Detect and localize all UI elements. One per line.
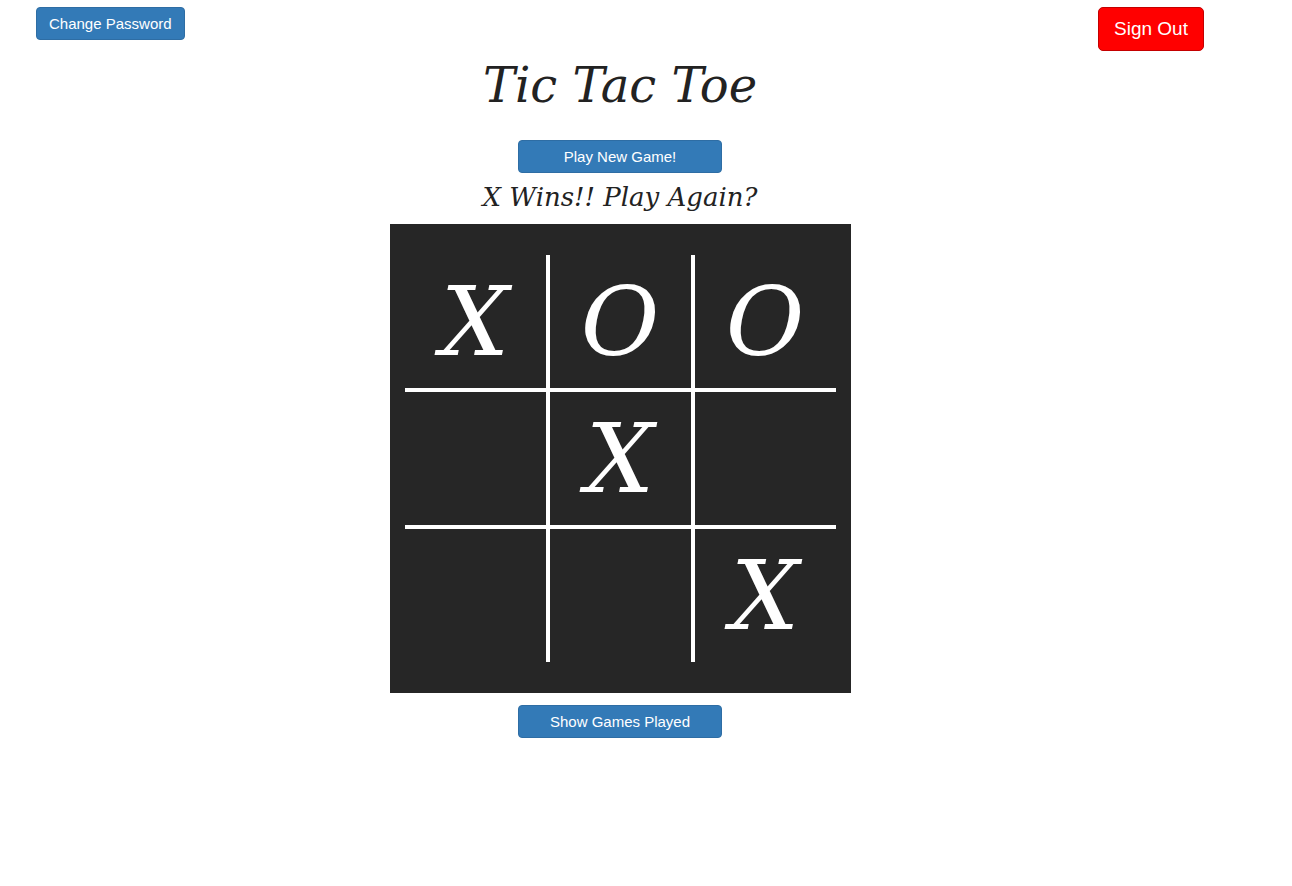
top-bar: Change Password Sign Out (0, 0, 1240, 51)
board-cell[interactable] (405, 392, 546, 525)
board-grid: XOOXX (405, 255, 836, 662)
show-games-button[interactable]: Show Games Played (518, 705, 722, 738)
board-cell[interactable] (695, 392, 836, 525)
new-game-button[interactable]: Play New Game! (518, 140, 722, 173)
board-cell[interactable]: O (550, 255, 691, 388)
board-cell[interactable] (550, 529, 691, 662)
page: Change Password Sign Out Tic Tac Toe Play N… (0, 0, 1240, 738)
title: Tic Tac Toe (483, 55, 757, 115)
game-board: XOOXX (390, 224, 851, 693)
game-status: X Wins!! Play Again? (483, 177, 758, 217)
board-cell[interactable]: X (695, 529, 836, 662)
board-cell[interactable]: X (550, 392, 691, 525)
sign-out-button[interactable]: Sign Out (1098, 7, 1204, 51)
board-cell[interactable]: X (405, 255, 546, 388)
change-password-button[interactable]: Change Password (36, 7, 185, 40)
board-cell[interactable] (405, 529, 546, 662)
board-cell[interactable]: O (695, 255, 836, 388)
